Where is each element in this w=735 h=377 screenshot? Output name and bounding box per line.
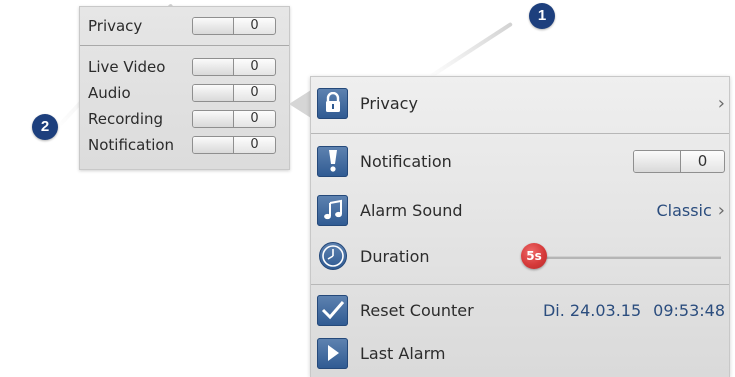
recording-toggle[interactable]: 0 — [192, 110, 276, 128]
reset-counter-row[interactable]: Reset Counter Di. 24.03.15 09:53:48 — [317, 292, 725, 328]
audio-label: Audio — [88, 84, 131, 102]
recording-label: Recording — [88, 110, 164, 128]
toggle-state: 0 — [250, 111, 259, 126]
recording-row: Recording 0 — [88, 109, 284, 129]
reset-counter-date: Di. 24.03.15 — [542, 300, 642, 320]
privacy-label: Privacy — [360, 93, 418, 113]
checkmark-icon — [317, 294, 348, 326]
notification-toggle-wrap: 0 — [633, 149, 725, 173]
reset-counter-time: 09:53:48 — [653, 300, 725, 320]
divider — [311, 284, 729, 285]
toggle-state: 0 — [250, 137, 259, 152]
live-video-toggle[interactable]: 0 — [192, 58, 276, 76]
privacy-toggle[interactable]: 0 — [192, 17, 276, 35]
divider — [311, 133, 729, 134]
reset-counter-label: Reset Counter — [360, 300, 474, 320]
notification-setting-row: Notification 0 — [317, 143, 725, 179]
audio-toggle[interactable]: 0 — [192, 84, 276, 102]
toggle-knob — [193, 59, 234, 75]
alarm-sound-row[interactable]: Alarm Sound Classic › — [317, 192, 725, 228]
toggle-state: 0 — [250, 18, 259, 33]
exclamation-icon — [317, 145, 348, 177]
toggle-state: 0 — [250, 85, 259, 100]
divider — [80, 45, 289, 46]
alarm-sound-value-wrap: Classic › — [656, 200, 725, 221]
callout-badge-2: 2 — [32, 114, 58, 140]
audio-row: Audio 0 — [88, 83, 284, 103]
lock-icon — [317, 87, 348, 119]
slider-thumb[interactable]: 5s — [521, 243, 547, 269]
notification-toggle[interactable]: 0 — [192, 136, 276, 154]
toggle-knob — [193, 111, 234, 127]
reset-counter-value-wrap: Di. 24.03.15 09:53:48 — [543, 301, 725, 320]
notification-row: Notification 0 — [88, 135, 284, 155]
notification-label: Notification — [88, 136, 175, 154]
toggle-state: 0 — [697, 151, 708, 170]
panel-pointer — [289, 90, 311, 118]
live-video-label: Live Video — [88, 58, 166, 76]
notification-toggle[interactable]: 0 — [633, 149, 725, 173]
duration-label: Duration — [360, 246, 430, 266]
slider-track — [533, 256, 721, 259]
toggle-knob — [193, 18, 234, 34]
toggle-knob — [193, 137, 234, 153]
screenshot-stage: Privacy 0 Live Video 0 Audio 0 Recording — [0, 0, 735, 377]
chevron-right-icon: › — [717, 92, 725, 114]
privacy-chevron-wrap: › — [712, 93, 725, 114]
privacy-row: Privacy 0 — [88, 16, 284, 36]
toggle-state: 0 — [250, 59, 259, 74]
alarm-sound-value: Classic — [656, 200, 712, 220]
alarm-sound-label: Alarm Sound — [360, 200, 463, 220]
notification-label: Notification — [360, 151, 452, 171]
toggle-knob — [634, 150, 681, 172]
callout-badge-1: 1 — [529, 3, 555, 29]
clock-icon — [317, 241, 348, 272]
privacy-settings-panel-compact: Privacy 0 Live Video 0 Audio 0 Recording — [79, 6, 290, 170]
callout-line-1 — [426, 21, 513, 80]
last-alarm-label: Last Alarm — [360, 343, 446, 363]
duration-slider[interactable]: 5s — [521, 243, 721, 269]
toggle-knob — [193, 85, 234, 101]
chevron-right-icon: › — [717, 199, 725, 221]
privacy-nav-row[interactable]: Privacy › — [317, 85, 725, 121]
last-alarm-row[interactable]: Last Alarm — [317, 335, 725, 371]
privacy-label: Privacy — [88, 17, 143, 35]
alarm-settings-panel: Privacy › Notification 0 Alarm Sound Cla… — [310, 76, 730, 377]
music-note-icon — [317, 194, 348, 226]
play-icon — [317, 337, 348, 369]
live-video-row: Live Video 0 — [88, 57, 284, 77]
